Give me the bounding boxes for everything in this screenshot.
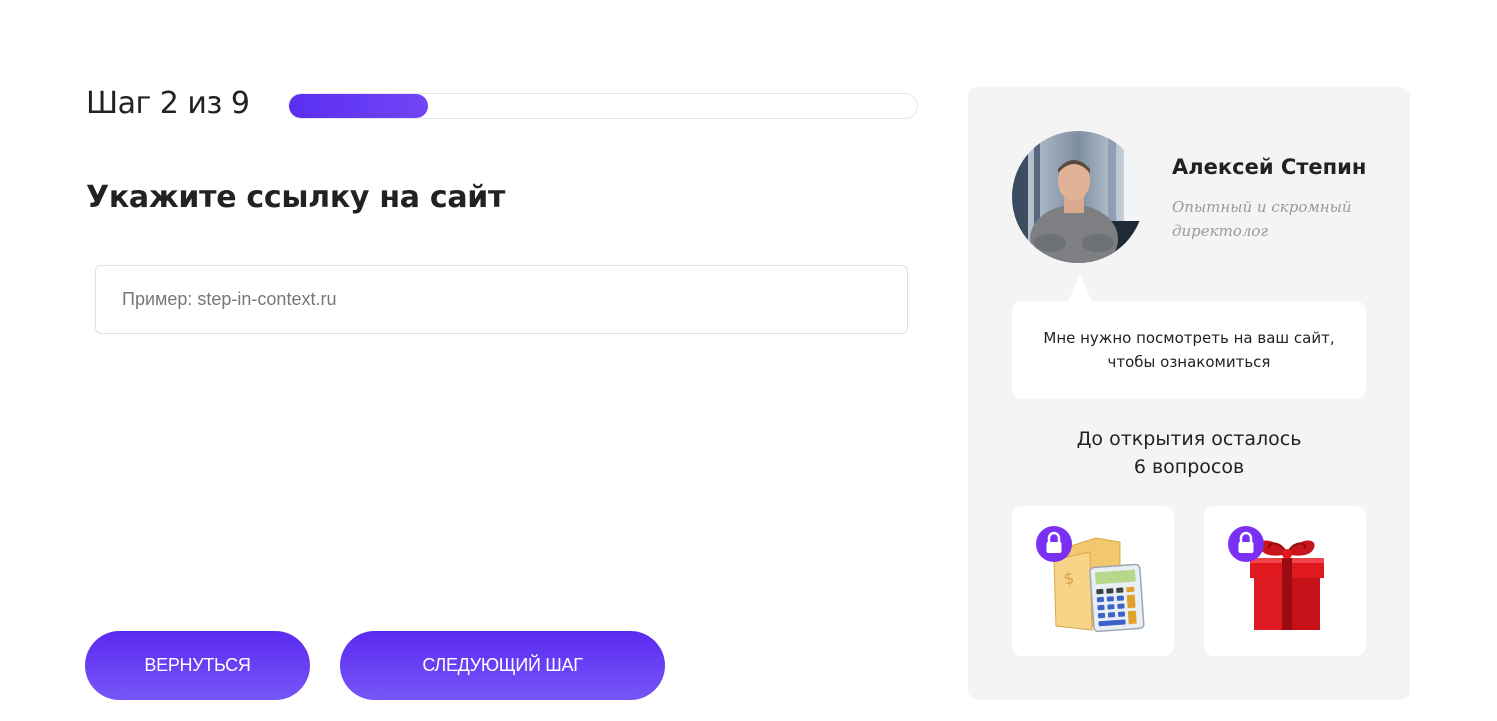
- lock-icon: [1046, 531, 1062, 553]
- lock-badge: [1036, 526, 1072, 562]
- remaining-questions: До открытия осталось 6 вопросов: [968, 425, 1410, 481]
- lock-badge: [1228, 526, 1264, 562]
- manager-message-text: Мне нужно посмотреть на ваш сайт, чтобы …: [1043, 329, 1335, 371]
- manager-avatar: [1012, 131, 1144, 263]
- quiz-page: Шаг 2 из 9 Укажите ссылку на сайт ВЕРНУТ…: [0, 0, 1497, 721]
- website-url-input[interactable]: [95, 265, 908, 334]
- manager-role: Опытный и скромный директолог: [1172, 198, 1352, 240]
- bonus-card-gift: [1204, 506, 1366, 656]
- remaining-line-1: До открытия осталось: [1076, 428, 1302, 450]
- speech-bubble-tail: [1068, 275, 1092, 301]
- manager-message: Мне нужно посмотреть на ваш сайт, чтобы …: [1012, 301, 1366, 399]
- bonus-card-calculator: $: [1012, 506, 1174, 656]
- next-step-button[interactable]: СЛЕДУЮЩИЙ ШАГ: [340, 631, 665, 700]
- question-title: Укажите ссылку на сайт: [86, 180, 506, 215]
- manager-panel: Алексей Степин Опытный и скромный директ…: [968, 87, 1410, 700]
- back-button[interactable]: ВЕРНУТЬСЯ: [85, 631, 310, 700]
- progress-bar-fill: [289, 94, 429, 118]
- manager-name: Алексей Степин: [1172, 155, 1367, 179]
- step-counter: Шаг 2 из 9: [86, 86, 250, 121]
- progress-bar: [288, 93, 918, 119]
- remaining-line-2: 6 вопросов: [1133, 456, 1245, 478]
- lock-icon: [1238, 531, 1254, 553]
